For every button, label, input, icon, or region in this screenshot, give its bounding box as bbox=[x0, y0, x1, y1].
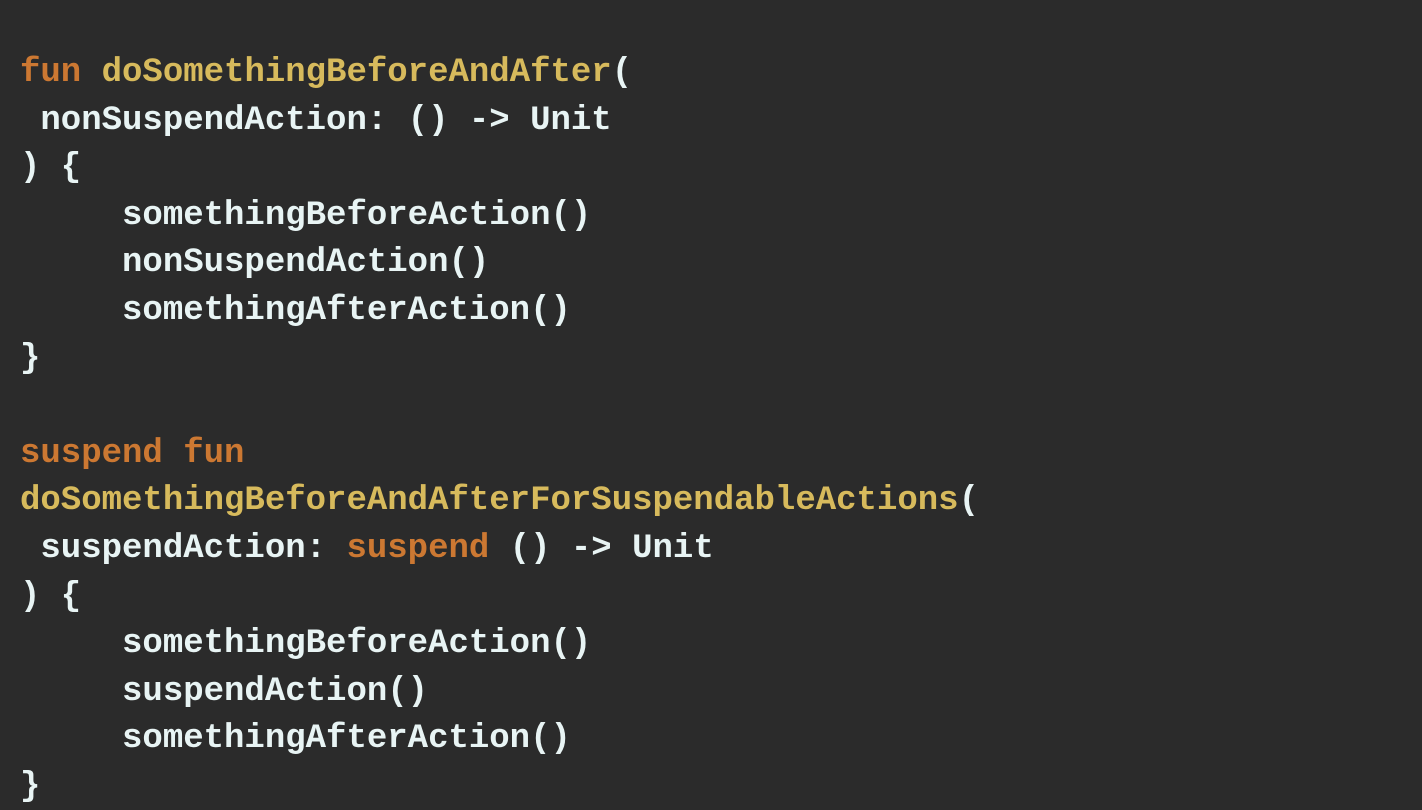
code-token: suspend bbox=[20, 435, 163, 473]
code-token bbox=[163, 435, 183, 473]
code-token: () -> Unit ) { somethingBeforeAction() s… bbox=[20, 530, 714, 806]
code-token: ( nonSuspendAction: () -> Unit ) { somet… bbox=[20, 54, 632, 378]
code-token: doSomethingBeforeAndAfter bbox=[102, 54, 612, 92]
code-token: doSomethingBeforeAndAfterForSuspendableA… bbox=[20, 482, 959, 520]
code-token: fun bbox=[20, 54, 81, 92]
code-token bbox=[81, 54, 101, 92]
code-token: fun bbox=[183, 435, 244, 473]
code-token: suspend bbox=[346, 530, 489, 568]
code-block: fun doSomethingBeforeAndAfter( nonSuspen… bbox=[0, 0, 1422, 810]
